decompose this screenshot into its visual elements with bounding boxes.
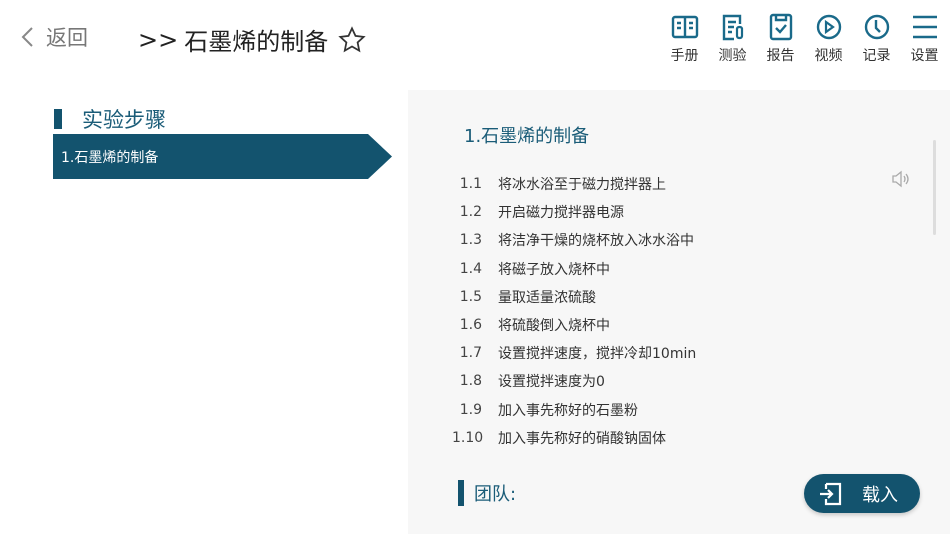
- panel-heading: 1.石墨烯的制备: [464, 126, 590, 147]
- steps-heading: 实验步骤: [54, 104, 166, 134]
- step-number: 1.6: [459, 317, 482, 334]
- chevron-left-icon: [21, 27, 33, 47]
- toolbar-quiz[interactable]: 测验: [715, 12, 750, 65]
- step-text: 将硫酸倒入烧杯中: [498, 318, 610, 335]
- book-icon: [671, 15, 698, 39]
- report-icon: [769, 13, 792, 41]
- step-item[interactable]: 1.6 将硫酸倒入烧杯中: [452, 311, 696, 339]
- back-button[interactable]: 返回: [20, 22, 88, 52]
- step-text: 将冰水浴至于磁力搅拌器上: [498, 177, 666, 194]
- star-icon[interactable]: [338, 25, 366, 54]
- quiz-icon: [722, 14, 743, 41]
- step-item[interactable]: 1.8 设置搅拌速度为0: [452, 367, 696, 395]
- step-number: 1.4: [459, 260, 482, 277]
- step-number: 1.8: [459, 373, 482, 390]
- toolbar-manual[interactable]: 手册: [667, 12, 702, 65]
- heading-bar: [54, 109, 62, 129]
- step-text: 将磁子放入烧杯中: [498, 261, 610, 278]
- step-detail-panel: 1.石墨烯的制备 1.1 将冰水浴至于磁力搅拌器上 1.2 开启磁力搅拌器电源 1.3 将…: [408, 90, 950, 534]
- step-text: 将洁净干燥的烧杯放入冰水浴中: [498, 233, 694, 250]
- step-number: 1.5: [459, 288, 482, 305]
- title-text: 石墨烯的制备: [184, 28, 329, 56]
- step-list: 1.1 将冰水浴至于磁力搅拌器上 1.2 开启磁力搅拌器电源 1.3 将洁净干燥的烧杯放入…: [452, 170, 696, 452]
- step-number: 1.7: [459, 345, 482, 362]
- toolbar-settings[interactable]: 设置: [907, 12, 942, 65]
- step-text: 加入事先称好的石墨粉: [498, 402, 638, 419]
- toolbar-video[interactable]: 视频: [811, 12, 846, 65]
- sidebar-step-1[interactable]: 1.石墨烯的制备: [53, 134, 393, 179]
- step-item[interactable]: 1.1 将冰水浴至于磁力搅拌器上: [452, 170, 696, 198]
- enter-icon: [820, 482, 842, 505]
- step-text: 设置搅拌速度为0: [498, 374, 605, 391]
- step-item[interactable]: 1.4 将磁子放入烧杯中: [452, 255, 696, 283]
- step-item[interactable]: 1.5 量取适量浓硫酸: [452, 283, 696, 311]
- scrollbar[interactable]: [933, 140, 936, 235]
- team-bar: [458, 480, 464, 506]
- team-section: 团队:: [458, 480, 516, 506]
- step-item[interactable]: 1.9 加入事先称好的石墨粉: [452, 396, 696, 424]
- back-label: 返回: [46, 26, 88, 50]
- step-item[interactable]: 1.3 将洁净干燥的烧杯放入冰水浴中: [452, 226, 696, 254]
- video-icon: [816, 14, 841, 40]
- step-number: 1.3: [459, 232, 482, 249]
- clock-icon: [864, 14, 889, 40]
- load-button[interactable]: 载入: [804, 474, 920, 513]
- step-number: 1.2: [459, 204, 482, 221]
- step-item[interactable]: 1.10 加入事先称好的硝酸钠固体: [452, 424, 696, 452]
- step-text: 加入事先称好的硝酸钠固体: [498, 430, 666, 447]
- title-prefix: >>: [138, 25, 179, 54]
- step-number: 1.10: [452, 429, 484, 446]
- menu-icon: [912, 15, 937, 39]
- page-title: >> 石墨烯的制备: [138, 22, 366, 57]
- step-number: 1.1: [459, 176, 482, 193]
- step-text: 量取适量浓硫酸: [498, 289, 596, 306]
- step-number: 1.9: [459, 401, 482, 418]
- step-item[interactable]: 1.2 开启磁力搅拌器电源: [452, 198, 696, 226]
- step-text: 开启磁力搅拌器电源: [498, 205, 624, 222]
- step-text: 设置搅拌速度，搅拌冷却10min: [498, 346, 697, 363]
- toolbar-report[interactable]: 报告: [763, 12, 798, 65]
- step-item[interactable]: 1.7 设置搅拌速度，搅拌冷却10min: [452, 339, 696, 367]
- speaker-icon[interactable]: [890, 169, 910, 189]
- toolbar-record[interactable]: 记录: [859, 12, 894, 65]
